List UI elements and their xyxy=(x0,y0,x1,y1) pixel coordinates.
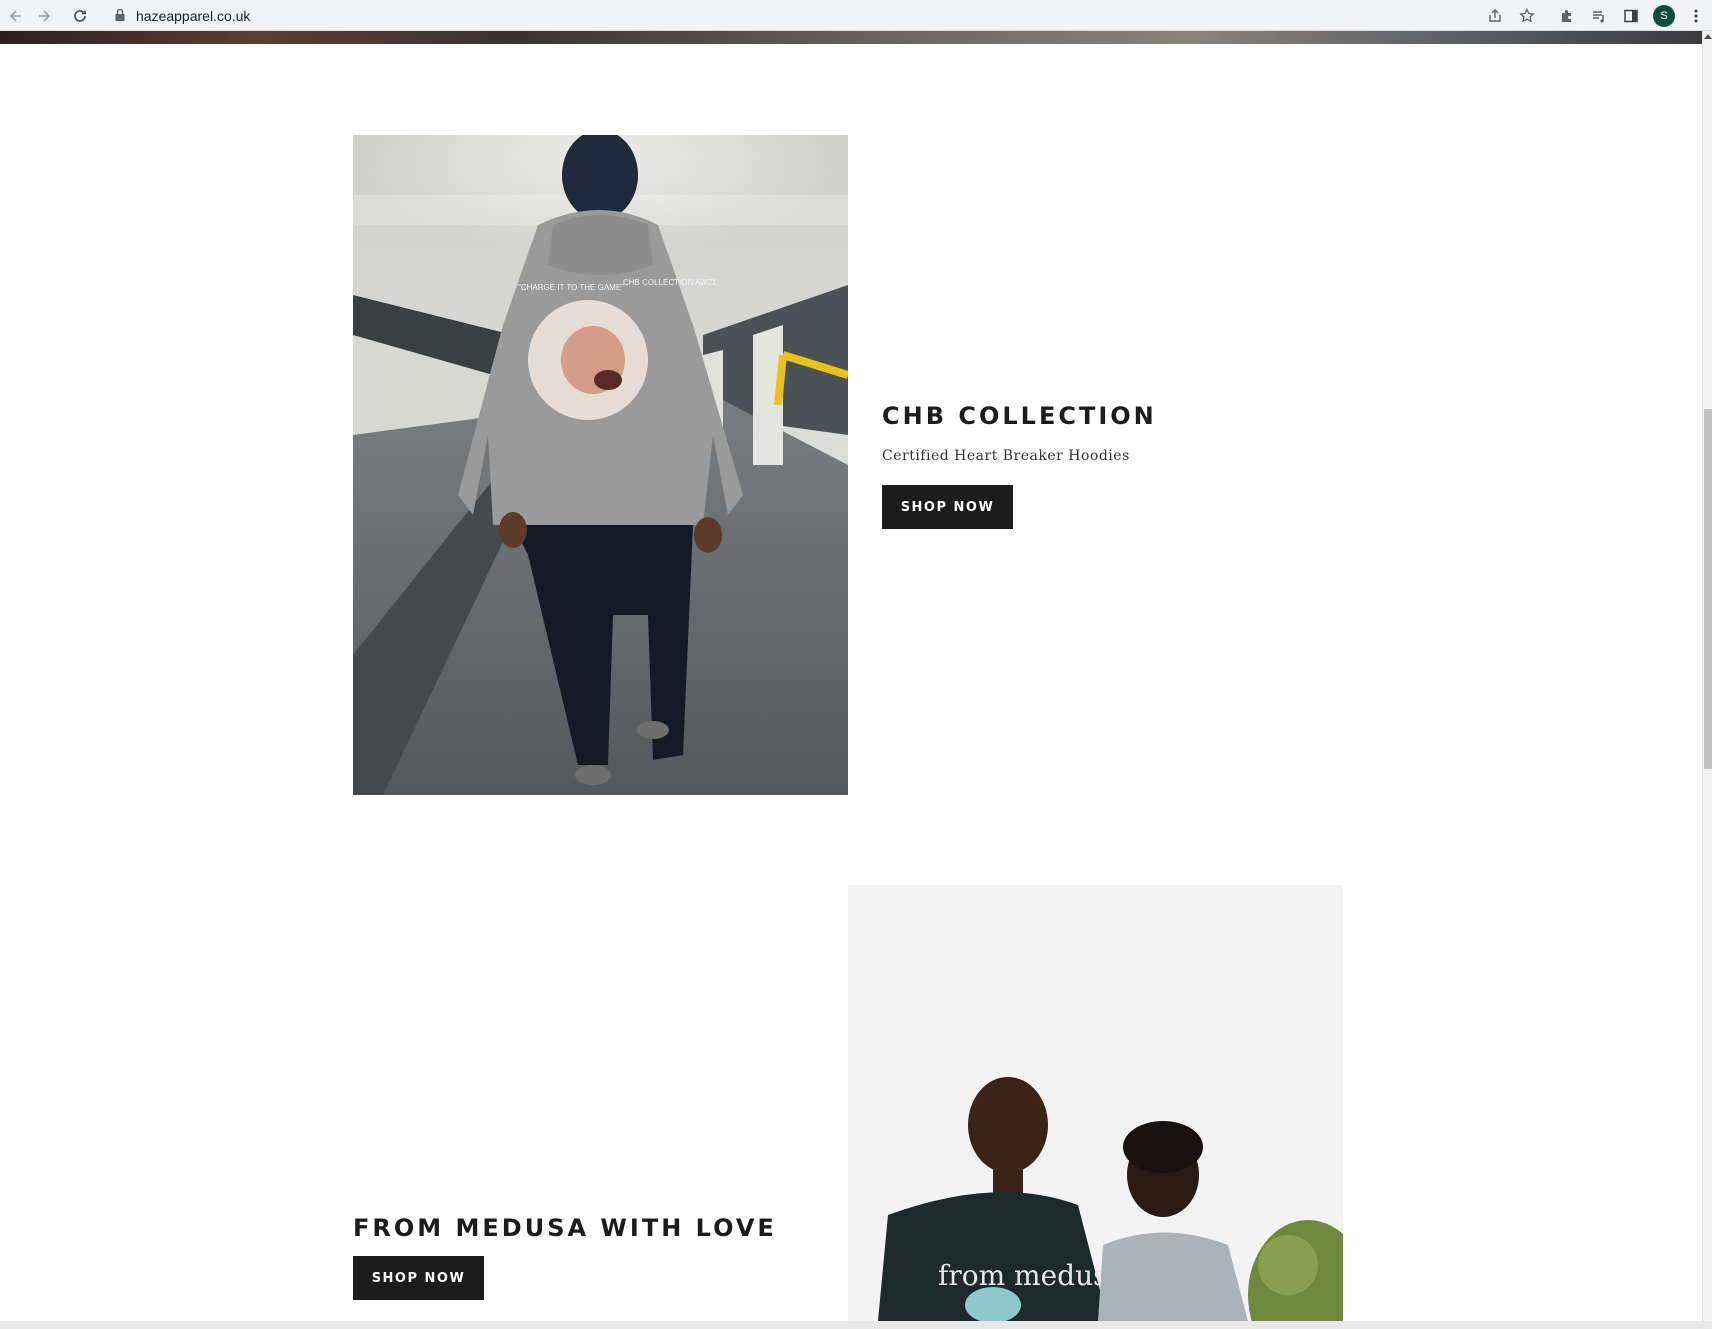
arrow-right-icon xyxy=(39,10,51,22)
arrow-left-icon xyxy=(9,10,21,22)
section-title-chb: CHB COLLECTION xyxy=(882,402,1157,430)
scroll-up-arrow-icon[interactable] xyxy=(1704,34,1712,39)
section-subtitle-chb: Certified Heart Breaker Hoodies xyxy=(882,448,1130,464)
shop-now-button-medusa[interactable]: SHOP NOW xyxy=(353,1256,484,1300)
media-button[interactable] xyxy=(1587,4,1611,28)
browser-toolbar: hazeapparel.co.uk S xyxy=(0,0,1712,31)
menu-button[interactable] xyxy=(1684,4,1708,28)
share-icon xyxy=(1489,9,1501,22)
chb-collection-image: "CHARGE IT TO THE GAME" CHB COLLECTION A… xyxy=(353,135,848,795)
page-scrollbar[interactable] xyxy=(1702,31,1712,1321)
hero-image-bottom-edge xyxy=(0,31,1702,44)
shirt-print-text: from medusa xyxy=(938,1259,1124,1292)
bookmark-button[interactable] xyxy=(1515,4,1539,28)
medusa-photo-illustration: from medusa xyxy=(848,885,1343,1321)
playlist-icon xyxy=(1593,11,1604,23)
star-icon xyxy=(1519,8,1535,23)
shop-now-button-chb[interactable]: SHOP NOW xyxy=(882,485,1013,529)
medusa-collection-image: from medusa xyxy=(848,885,1343,1321)
reload-icon xyxy=(74,10,86,22)
puzzle-icon xyxy=(1562,10,1571,22)
reload-button[interactable] xyxy=(68,4,92,28)
hoodie-print-left: "CHARGE IT TO THE GAME" xyxy=(518,283,624,292)
profile-avatar[interactable]: S xyxy=(1653,5,1675,27)
side-panel-button[interactable] xyxy=(1619,4,1643,28)
extensions-button[interactable] xyxy=(1555,4,1579,28)
lock-icon xyxy=(115,8,125,21)
forward-button[interactable] xyxy=(32,4,56,28)
scroll-thumb[interactable] xyxy=(1704,409,1712,769)
hoodie-photo-illustration: "CHARGE IT TO THE GAME" CHB COLLECTION A… xyxy=(353,135,848,795)
side-panel-icon xyxy=(1624,9,1638,23)
back-button[interactable] xyxy=(4,4,28,28)
kebab-menu-icon xyxy=(1694,9,1698,23)
section-title-medusa: FROM MEDUSA WITH LOVE xyxy=(353,1214,777,1242)
horizontal-scroll-edge xyxy=(0,1321,1712,1329)
url-text: hazeapparel.co.uk xyxy=(136,8,251,24)
address-bar[interactable]: hazeapparel.co.uk xyxy=(104,3,1544,28)
share-button[interactable] xyxy=(1483,4,1507,28)
hoodie-print-right: CHB COLLECTION AW21 xyxy=(623,278,717,287)
